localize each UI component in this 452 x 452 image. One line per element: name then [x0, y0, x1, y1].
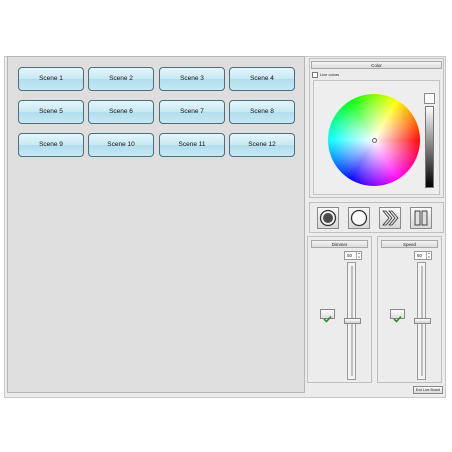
checkmark-icon [393, 315, 402, 323]
scene-button-4[interactable]: Scene 4 [229, 67, 295, 91]
scene-button-1[interactable]: Scene 1 [18, 67, 84, 91]
dimmer-value-spinner[interactable]: 50 ▴ ▾ [344, 251, 362, 260]
scene-button-12[interactable]: Scene 12 [229, 133, 295, 157]
scene-button-8[interactable]: Scene 8 [229, 100, 295, 124]
stop-button[interactable] [348, 207, 370, 229]
dimmer-slider[interactable] [344, 262, 361, 380]
dimmer-value: 50 [347, 253, 353, 258]
brightness-bar[interactable] [425, 106, 434, 188]
scene-button-3[interactable]: Scene 3 [159, 67, 225, 91]
scene-grid-panel: Scene 1 Scene 2 Scene 3 Scene 4 Scene 5 … [7, 56, 305, 393]
dimmer-title: Dimmer [311, 240, 368, 248]
speed-title: Speed [381, 240, 438, 248]
speed-enable-toggle[interactable] [390, 309, 405, 323]
color-panel: Color Live colors [309, 58, 444, 198]
color-panel-title: Color [311, 61, 442, 69]
speed-slider[interactable] [414, 262, 431, 380]
dimmer-enable-toggle[interactable] [320, 309, 335, 323]
color-wheel-marker[interactable] [372, 138, 377, 143]
speed-value: 50 [417, 253, 423, 258]
speed-slider-thumb[interactable] [414, 318, 431, 324]
scene-button-6[interactable]: Scene 6 [88, 100, 154, 124]
exit-live-board-button[interactable]: Exit Live Board [413, 386, 443, 394]
transport-controls [309, 202, 444, 233]
scene-button-9[interactable]: Scene 9 [18, 133, 84, 157]
scene-button-11[interactable]: Scene 11 [159, 133, 225, 157]
live-colors-row[interactable]: Live colors [312, 71, 339, 78]
live-colors-checkbox[interactable] [312, 71, 318, 78]
spinner-arrows-icon[interactable]: ▴ ▾ [426, 251, 431, 259]
spinner-arrows-icon[interactable]: ▴ ▾ [356, 251, 361, 259]
circle-icon [350, 209, 368, 227]
fast-forward-icon [382, 210, 399, 226]
fast-forward-button[interactable] [379, 207, 401, 229]
dimmer-panel: Dimmer 50 ▴ ▾ [307, 236, 372, 383]
pause-button[interactable] [410, 207, 432, 229]
color-wheel[interactable] [328, 94, 420, 186]
speed-panel: Speed 50 ▴ ▾ [377, 236, 442, 383]
live-colors-label: Live colors [320, 72, 340, 77]
dimmer-slider-thumb[interactable] [344, 318, 361, 324]
selected-color-swatch [424, 93, 435, 104]
scene-button-5[interactable]: Scene 5 [18, 100, 84, 124]
color-picker-area [313, 80, 440, 195]
record-icon [319, 209, 337, 227]
speed-value-spinner[interactable]: 50 ▴ ▾ [414, 251, 432, 260]
checkmark-icon [323, 315, 332, 323]
pause-icon [414, 210, 428, 226]
scene-button-2[interactable]: Scene 2 [88, 67, 154, 91]
record-button[interactable] [317, 207, 339, 229]
scene-button-7[interactable]: Scene 7 [159, 100, 225, 124]
scene-button-10[interactable]: Scene 10 [88, 133, 154, 157]
